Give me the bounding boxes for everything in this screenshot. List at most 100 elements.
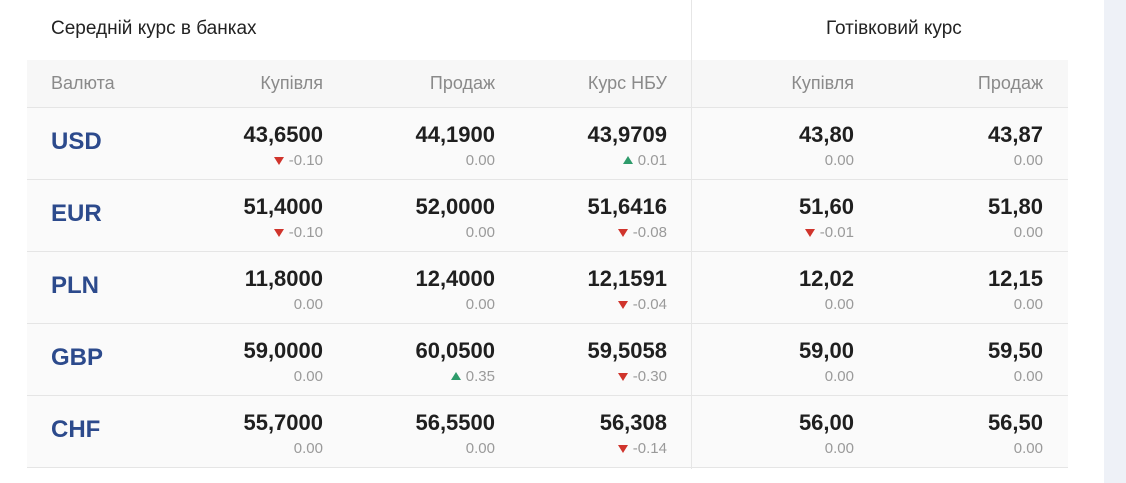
arrow-down-icon <box>273 229 284 237</box>
rate-value: 11,8000 <box>244 266 323 291</box>
rate-change: 0.00 <box>466 296 495 313</box>
rate-value: 43,80 <box>798 122 854 147</box>
rate-value: 52,0000 <box>415 194 495 219</box>
rate-value: 51,80 <box>987 194 1043 219</box>
currency-code[interactable]: USD <box>51 128 102 156</box>
rate-cell-sell: 44,1900 0.00 <box>335 108 495 179</box>
rate-value: 59,0000 <box>243 338 323 363</box>
currency-code[interactable]: PLN <box>51 272 99 300</box>
rate-value: 59,50 <box>987 338 1043 363</box>
rate-cell-nbu: 59,5058 -0.30 <box>507 324 667 395</box>
rate-cell-buy: 11,8000 0.00 <box>163 252 323 323</box>
rate-change: 0.00 <box>294 368 323 385</box>
rate-change-text: 0.00 <box>293 296 323 313</box>
rate-change: 0.00 <box>466 152 495 169</box>
rate-value: 59,00 <box>798 338 854 363</box>
rate-value: 43,87 <box>987 122 1043 147</box>
arrow-down-icon <box>273 157 284 165</box>
col-buy: Купівля <box>260 73 323 93</box>
rate-value: 56,5500 <box>415 410 495 435</box>
rate-value: 56,308 <box>599 410 667 435</box>
rate-cell-cash-buy: 56,00 0.00 <box>694 396 854 467</box>
rate-change-text: -0.14 <box>632 440 667 457</box>
rate-change-text: -0.01 <box>819 224 854 241</box>
rate-change-text: 0.00 <box>824 368 854 385</box>
rate-change: -0.10 <box>273 152 323 169</box>
rate-change: 0.00 <box>466 440 495 457</box>
rate-change: 0.00 <box>1014 296 1043 313</box>
rate-change-text: -0.30 <box>632 368 667 385</box>
rate-cell-nbu: 12,1591 -0.04 <box>507 252 667 323</box>
rate-change-text: -0.04 <box>632 296 667 313</box>
arrow-down-icon <box>617 373 628 381</box>
table-row[interactable]: PLN 11,8000 0.00 12,4000 0.00 12,1591 -0.04 12,… <box>27 252 1068 324</box>
rate-cell-nbu: 56,308 -0.14 <box>507 396 667 467</box>
rate-value: 12,1591 <box>587 266 667 291</box>
rate-value: 55,7000 <box>243 410 323 435</box>
arrow-down-icon <box>804 229 815 237</box>
table-row[interactable]: CHF 55,7000 0.00 56,5500 0.00 56,308 -0.14 56,0… <box>27 396 1068 468</box>
rate-value: 44,1900 <box>415 122 495 147</box>
rate-change-text: 0.00 <box>1013 152 1043 169</box>
rate-value: 56,00 <box>798 410 854 435</box>
rate-change: 0.00 <box>1014 440 1043 457</box>
rate-change: -0.04 <box>617 296 667 313</box>
rate-value: 59,5058 <box>587 338 667 363</box>
table-row[interactable]: USD 43,6500 -0.10 44,1900 0.00 43,9709 0.01 43,… <box>27 108 1068 180</box>
rate-change: 0.00 <box>294 296 323 313</box>
rate-change: 0.00 <box>825 296 854 313</box>
currency-code[interactable]: GBP <box>51 344 103 372</box>
table-row[interactable]: EUR 51,4000 -0.10 52,0000 0.00 51,6416 -0.08 51… <box>27 180 1068 252</box>
page-side-strip <box>1104 0 1126 483</box>
rate-value: 56,50 <box>987 410 1043 435</box>
rate-change: -0.01 <box>804 224 854 241</box>
section-title-average: Середній курс в банках <box>51 18 257 39</box>
rate-change-text: -0.10 <box>288 152 323 169</box>
rate-change-text: 0.00 <box>824 296 854 313</box>
col-cash-buy: Купівля <box>791 73 854 93</box>
arrow-down-icon <box>617 445 628 453</box>
rate-change: 0.00 <box>294 440 323 457</box>
rate-cell-buy: 59,0000 0.00 <box>163 324 323 395</box>
rate-change-text: 0.00 <box>1013 296 1043 313</box>
rate-value: 43,9709 <box>587 122 667 147</box>
rate-value: 51,4000 <box>243 194 323 219</box>
col-sell: Продаж <box>429 73 495 93</box>
rate-change-text: 0.00 <box>465 296 495 313</box>
rate-cell-cash-buy: 59,00 0.00 <box>694 324 854 395</box>
rate-change: -0.30 <box>617 368 667 385</box>
rate-change: 0.35 <box>450 368 495 385</box>
rate-change: 0.00 <box>825 440 854 457</box>
currency-code[interactable]: CHF <box>51 416 100 444</box>
rate-change: 0.00 <box>825 152 854 169</box>
rate-cell-cash-buy: 51,60 -0.01 <box>694 180 854 251</box>
rate-change-text: 0.00 <box>465 152 495 169</box>
rate-cell-cash-buy: 12,02 0.00 <box>694 252 854 323</box>
rate-cell-cash-buy: 43,80 0.00 <box>694 108 854 179</box>
rate-value: 51,60 <box>798 194 854 219</box>
rate-change-text: 0.00 <box>1013 368 1043 385</box>
rate-change-text: -0.10 <box>288 224 323 241</box>
rate-change-text: 0.00 <box>1013 440 1043 457</box>
rate-change-text: -0.08 <box>632 224 667 241</box>
rate-change-text: 0.00 <box>465 224 495 241</box>
rate-value: 12,15 <box>987 266 1043 291</box>
rate-cell-buy: 51,4000 -0.10 <box>163 180 323 251</box>
rate-cell-cash-sell: 59,50 0.00 <box>883 324 1043 395</box>
rate-change: 0.00 <box>1014 224 1043 241</box>
rate-value: 12,02 <box>798 266 854 291</box>
rate-value: 60,0500 <box>415 338 495 363</box>
rate-change-text: 0.00 <box>465 440 495 457</box>
rate-cell-sell: 12,4000 0.00 <box>335 252 495 323</box>
section-title-cash: Готівковий курс <box>826 18 962 39</box>
currency-code[interactable]: EUR <box>51 200 102 228</box>
rate-cell-buy: 43,6500 -0.10 <box>163 108 323 179</box>
rate-change-text: 0.00 <box>1013 224 1043 241</box>
rate-change: 0.00 <box>1014 152 1043 169</box>
rate-cell-buy: 55,7000 0.00 <box>163 396 323 467</box>
rate-cell-cash-sell: 51,80 0.00 <box>883 180 1043 251</box>
rate-change-text: 0.01 <box>637 152 667 169</box>
arrow-up-icon <box>622 156 633 164</box>
rate-change-text: 0.35 <box>465 368 495 385</box>
table-row[interactable]: GBP 59,0000 0.00 60,0500 0.35 59,5058 -0.30 59,… <box>27 324 1068 396</box>
